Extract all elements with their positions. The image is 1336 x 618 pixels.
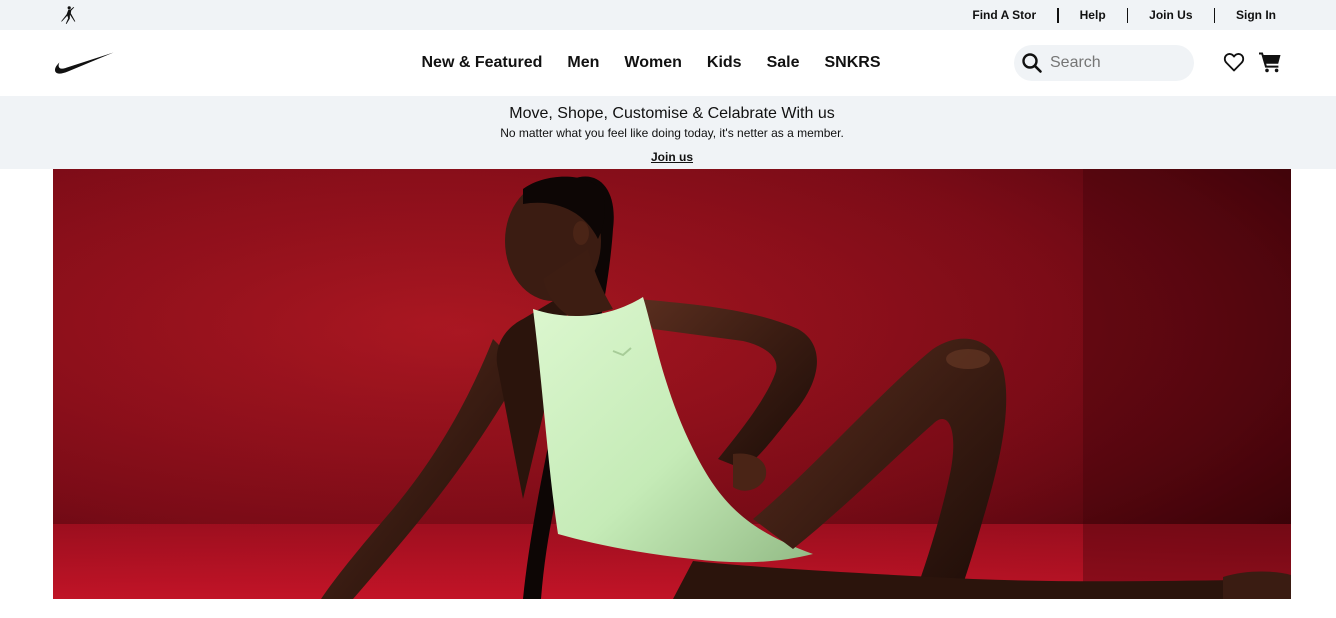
join-us-link[interactable]: Join Us <box>1149 8 1192 22</box>
utility-bar: Find A Stor Help Join Us Sign In <box>0 0 1336 30</box>
divider <box>1126 7 1129 23</box>
nav-kids[interactable]: Kids <box>707 54 742 72</box>
find-a-store-link[interactable]: Find A Stor <box>972 8 1036 22</box>
join-us-promo-link[interactable]: Join us <box>0 150 1336 164</box>
hero-illustration <box>53 169 1291 599</box>
heart-icon[interactable] <box>1222 50 1246 74</box>
help-link[interactable]: Help <box>1080 8 1106 22</box>
nav-snkrs[interactable]: SNKRS <box>824 54 880 72</box>
search-icon[interactable] <box>1020 51 1044 75</box>
nav-men[interactable]: Men <box>567 54 599 72</box>
hero-image[interactable] <box>53 169 1291 599</box>
main-header: New & Featured Men Women Kids Sale SNKRS <box>0 30 1336 96</box>
nav-sale[interactable]: Sale <box>767 54 800 72</box>
search-box[interactable] <box>1014 45 1194 81</box>
search-input[interactable] <box>1050 45 1186 81</box>
cart-icon[interactable] <box>1258 50 1282 74</box>
divider <box>1213 7 1215 23</box>
promo-title: Move, Shope, Customise & Celabrate With … <box>509 105 835 122</box>
sign-in-link[interactable]: Sign In <box>1236 8 1276 22</box>
member-promo-banner: Move, Shope, Customise & Celabrate With … <box>0 96 1336 169</box>
nav-new-featured[interactable]: New & Featured <box>421 54 542 72</box>
jordan-jumpman-icon[interactable] <box>58 5 78 25</box>
nav-women[interactable]: Women <box>624 54 681 72</box>
promo-subtitle: No matter what you feel like doing today… <box>500 126 844 140</box>
divider <box>1057 7 1059 23</box>
utility-links: Find A Stor Help Join Us Sign In <box>972 0 1276 30</box>
